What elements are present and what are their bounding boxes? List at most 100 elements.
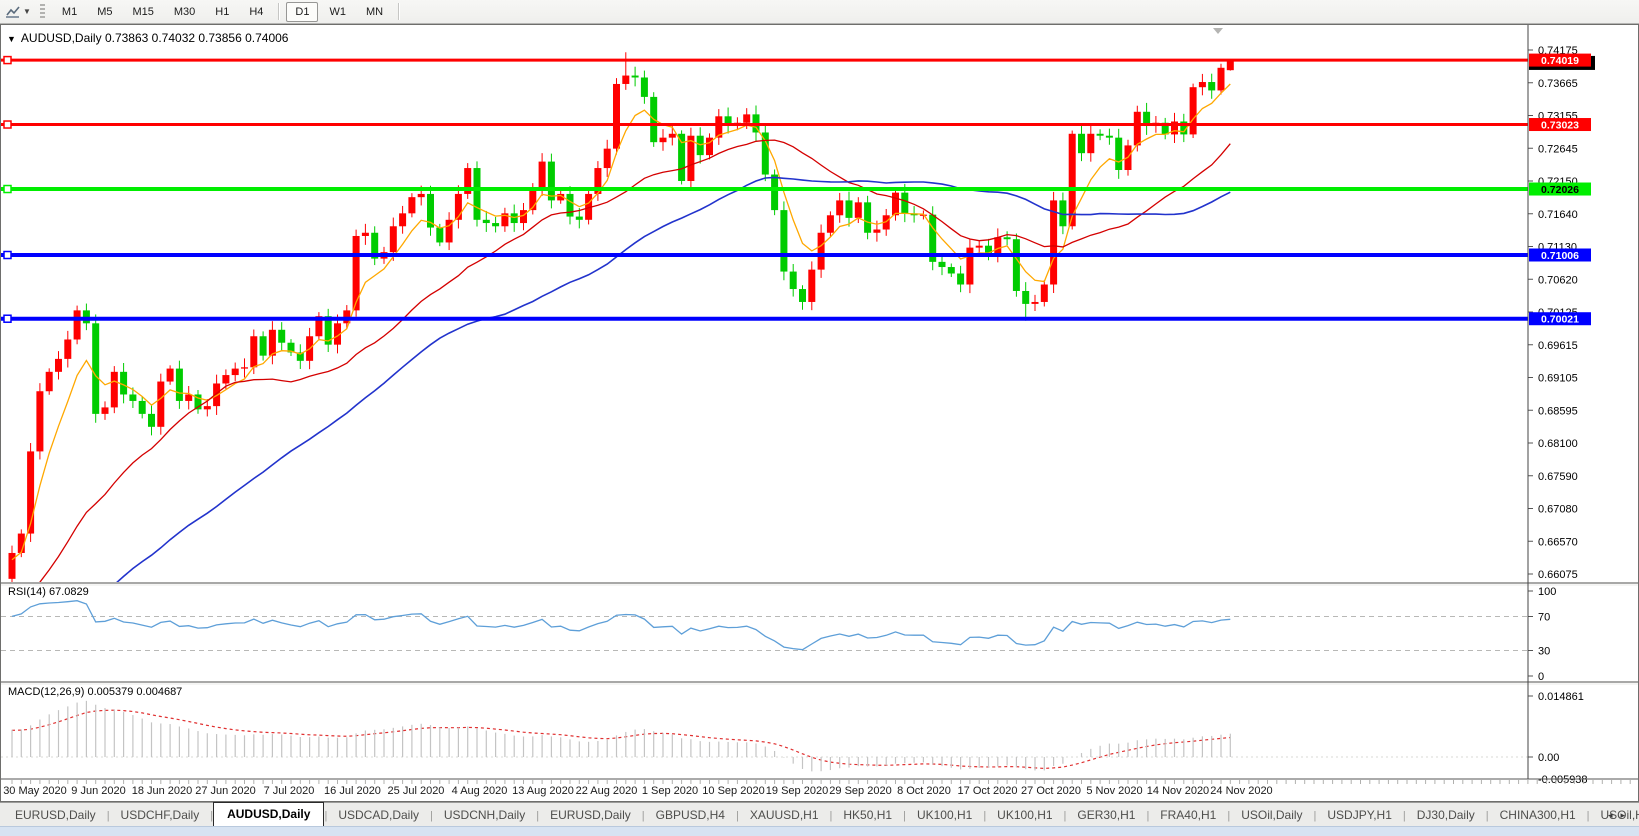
timeframe-button-m5[interactable]: M5 [88,2,121,22]
macd-signal-line [12,710,1230,768]
chart-tab-uk100-h1[interactable]: UK100,H1 [986,805,1063,826]
timeframe-button-mn[interactable]: MN [357,2,392,22]
date-label: 14 Nov 2020 [1147,785,1209,797]
macd-histogram [12,701,1230,772]
date-label: 24 Nov 2020 [1210,785,1272,797]
svg-text:0.71006: 0.71006 [1541,250,1579,262]
svg-text:0.70021: 0.70021 [1541,314,1579,326]
svg-text:0: 0 [1538,671,1544,683]
svg-text:0.68595: 0.68595 [1538,405,1578,417]
date-label: 18 Jun 2020 [132,785,193,797]
chart-shift-marker-icon[interactable] [1213,28,1223,34]
chart-tool-icon [5,4,21,20]
svg-text:0.66570: 0.66570 [1538,536,1578,548]
timeframe-button-m30[interactable]: M30 [165,2,204,22]
moving-average-lines [12,84,1230,682]
chart-tab-usdchf-daily[interactable]: USDCHF,Daily [110,805,211,826]
chart-tab-audusd-daily[interactable]: AUDUSD,Daily [213,802,324,826]
date-label: 4 Aug 2020 [452,785,508,797]
timeframe-button-h4[interactable]: H4 [240,2,272,22]
timeframe-button-d1[interactable]: D1 [286,2,318,22]
macd-name: MACD(12,26,9) [8,686,84,698]
date-label: 5 Nov 2020 [1086,785,1142,797]
chart-tab-usdcad-daily[interactable]: USDCAD,Daily [327,805,430,826]
svg-text:0.014861: 0.014861 [1538,691,1584,703]
chart-tab-usdjpy-h1[interactable]: USDJPY,H1 [1316,805,1402,826]
date-label: 10 Sep 2020 [702,785,764,797]
svg-text:0.69615: 0.69615 [1538,340,1578,352]
date-label: 22 Aug 2020 [576,785,638,797]
timeframe-button-m15[interactable]: M15 [123,2,162,22]
chart-tab-ger30-h1[interactable]: GER30,H1 [1066,805,1146,826]
rsi-value: 67.0829 [49,586,89,598]
chart-tab-xauusd-h1[interactable]: XAUUSD,H1 [739,805,830,826]
toolbar-grip-handle[interactable] [40,4,45,19]
svg-text:0.00: 0.00 [1538,752,1559,764]
dropdown-caret-icon[interactable]: ▼ [23,7,31,16]
rsi-line [12,601,1230,650]
date-label: 1 Sep 2020 [642,785,698,797]
chart-window[interactable]: 0.741750.736650.731550.726450.721500.716… [0,24,1639,802]
hline-handle[interactable] [4,57,11,64]
chart-tab-eurusd-daily[interactable]: EURUSD,Daily [539,805,642,826]
chart-tab-hk50-h1[interactable]: HK50,H1 [832,805,903,826]
chart-tab-usdcnh-daily[interactable]: USDCNH,Daily [433,805,536,826]
timeframe-button-h1[interactable]: H1 [206,2,238,22]
svg-text:0.68100: 0.68100 [1538,438,1578,450]
macd-values: 0.005379 0.004687 [87,686,182,698]
chart-tab-eurusd-daily[interactable]: EURUSD,Daily [4,805,107,826]
chart-tab-usoil-daily[interactable]: USOil,Daily [1230,805,1313,826]
hline-handle[interactable] [4,186,11,193]
svg-text:0.73023: 0.73023 [1541,120,1579,132]
svg-text:0.74019: 0.74019 [1541,55,1579,67]
chart-tabs: EURUSD,Daily|USDCHF,Daily|AUDUSD,Daily|U… [4,802,1639,826]
date-label: 16 Jul 2020 [324,785,381,797]
macd-indicator-label: MACD(12,26,9) 0.005379 0.004687 [8,686,182,698]
chart-tab-dj30-daily[interactable]: DJ30,Daily [1406,805,1486,826]
chart-tabs-bar: EURUSD,Daily|USDCHF,Daily|AUDUSD,Daily|U… [0,802,1639,826]
svg-text:100: 100 [1538,586,1556,598]
svg-text:0.67590: 0.67590 [1538,471,1578,483]
time-axis[interactable]: 30 May 2020 9 Jun 2020 18 Jun 202027 Jun 2… [1,779,1638,797]
rsi-panel: 10070300 [1,586,1556,683]
tab-scroll-right-icon[interactable]: ▸ [1620,810,1633,820]
price-chart-canvas[interactable]: 0.741750.736650.731550.726450.721500.716… [0,24,1639,802]
date-label: 30 May 2020 [3,785,67,797]
hline-handle[interactable] [4,252,11,259]
date-label: 27 Jun 2020 [195,785,256,797]
date-label: 13 Aug 2020 [512,785,574,797]
title-caret-icon[interactable]: ▼ [7,34,16,44]
svg-text:70: 70 [1538,612,1550,624]
svg-text:0.69105: 0.69105 [1538,373,1578,385]
date-label: 19 Sep 2020 [766,785,828,797]
date-label: 7 Jul 2020 [264,785,315,797]
toolbar-separator [278,3,280,20]
svg-text:0.70620: 0.70620 [1538,274,1578,286]
chart-tab-uk100-h1[interactable]: UK100,H1 [906,805,983,826]
chart-tab-fra40-h1[interactable]: FRA40,H1 [1149,805,1227,826]
hline-handle[interactable] [4,121,11,128]
hline-handle[interactable] [4,315,11,322]
chart-window-border [1,25,1639,802]
svg-text:0.72645: 0.72645 [1538,143,1578,155]
timeframe-toolbar: ▼ M1M5M15M30H1H4 D1W1MN [0,0,1639,24]
chart-symbol-label: AUDUSD,Daily [21,31,102,45]
tab-scroll-left-icon[interactable]: ◂ [1608,810,1621,820]
horizontal-level-lines[interactable]: 0.740190.730230.720260.710060.70021 [1,54,1595,326]
rsi-name: RSI(14) [8,586,46,598]
date-label: 8 Oct 2020 [897,785,951,797]
svg-text:0.73665: 0.73665 [1538,78,1578,90]
chart-tab-gbpusd-h4[interactable]: GBPUSD,H4 [645,805,736,826]
timeframe-buttons: M1M5M15M30H1H4 D1W1MN [52,0,405,23]
timeframe-button-m1[interactable]: M1 [53,2,86,22]
date-label: 25 Jul 2020 [388,785,445,797]
mt4-terminal: { "toolbar": { "timeframes": ["M1","M5",… [0,0,1639,835]
ma-line-mid [12,140,1230,611]
svg-text:0.66075: 0.66075 [1538,569,1578,581]
chart-title: ▼ AUDUSD,Daily 0.73863 0.74032 0.73856 0.… [7,31,288,45]
date-label: 9 Jun 2020 [71,785,125,797]
chart-ohlc-values: 0.73863 0.74032 0.73856 0.74006 [105,31,289,45]
chart-tab-china300-h1[interactable]: CHINA300,H1 [1489,805,1587,826]
timeframe-button-w1[interactable]: W1 [320,2,355,22]
chart-tool-button[interactable]: ▼ [0,4,35,20]
